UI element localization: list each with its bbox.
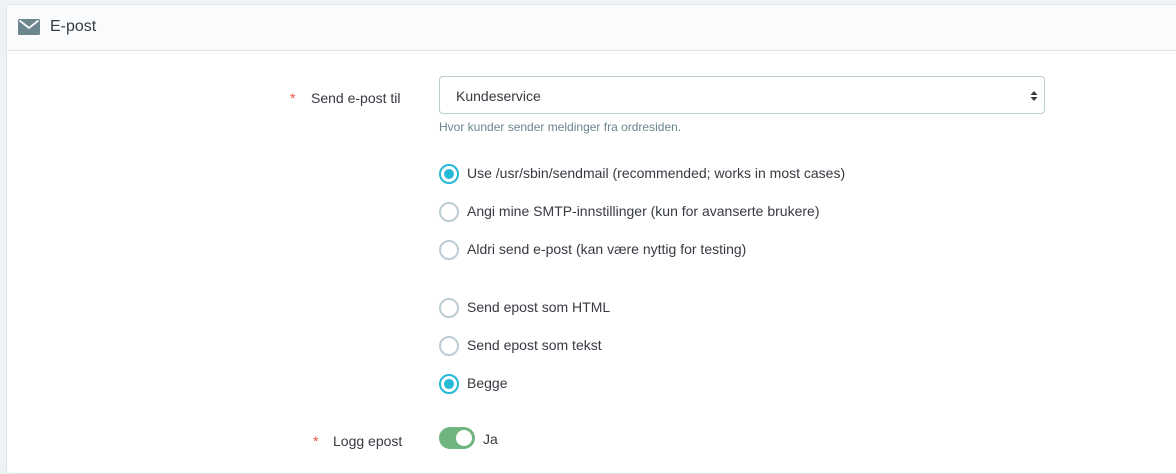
radio-button[interactable] (439, 336, 459, 356)
send-to-help-text: Hvor kunder sender meldinger fra ordresi… (439, 120, 682, 134)
email-settings-panel: E-post (6, 4, 1176, 474)
radio-button[interactable] (439, 202, 459, 222)
required-marker: * (290, 90, 296, 106)
log-email-label: Logg epost (333, 433, 403, 449)
select-caret-icon (1030, 91, 1038, 101)
radio-button[interactable] (439, 298, 459, 318)
radio-button[interactable] (439, 164, 459, 184)
send-to-selected-value: Kundeservice (456, 88, 541, 104)
radio-label: Send epost som HTML (467, 299, 611, 315)
toggle-knob (456, 430, 472, 446)
radio-label: Angi mine SMTP-innstillinger (kun for av… (467, 203, 820, 219)
radio-label: Use /usr/sbin/sendmail (recommended; wor… (467, 165, 846, 181)
send-to-select[interactable]: Kundeservice (439, 76, 1045, 114)
radio-label: Send epost som tekst (467, 337, 602, 353)
panel-header: E-post (7, 5, 1176, 51)
send-to-label: Send e-post til (311, 90, 401, 106)
panel-title: E-post (50, 18, 97, 35)
radio-label: Aldri send e-post (kan være nyttig for t… (467, 241, 747, 257)
radio-button[interactable] (439, 240, 459, 260)
log-email-toggle-label: Ja (483, 431, 498, 447)
envelope-icon (18, 19, 40, 35)
required-marker: * (313, 433, 319, 449)
radio-button[interactable] (439, 374, 459, 394)
radio-label: Begge (467, 375, 508, 391)
log-email-toggle[interactable] (439, 427, 475, 449)
